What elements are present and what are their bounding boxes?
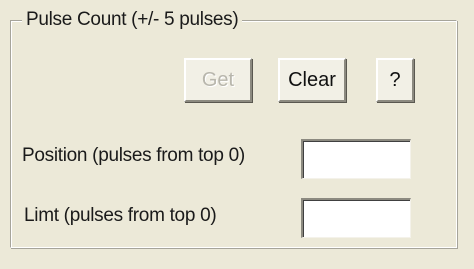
- position-input[interactable]: [301, 139, 411, 179]
- clear-button[interactable]: Clear: [278, 58, 346, 102]
- pulse-count-panel: Pulse Count (+/- 5 pulses) Get Clear ? P…: [0, 0, 474, 269]
- groupbox-title: Pulse Count (+/- 5 pulses): [22, 9, 243, 31]
- help-button[interactable]: ?: [376, 58, 414, 102]
- limit-label: Limt (pulses from top 0): [24, 205, 217, 226]
- position-label: Position (pulses from top 0): [22, 145, 245, 166]
- get-button[interactable]: Get: [184, 58, 252, 102]
- limit-input[interactable]: [301, 198, 411, 238]
